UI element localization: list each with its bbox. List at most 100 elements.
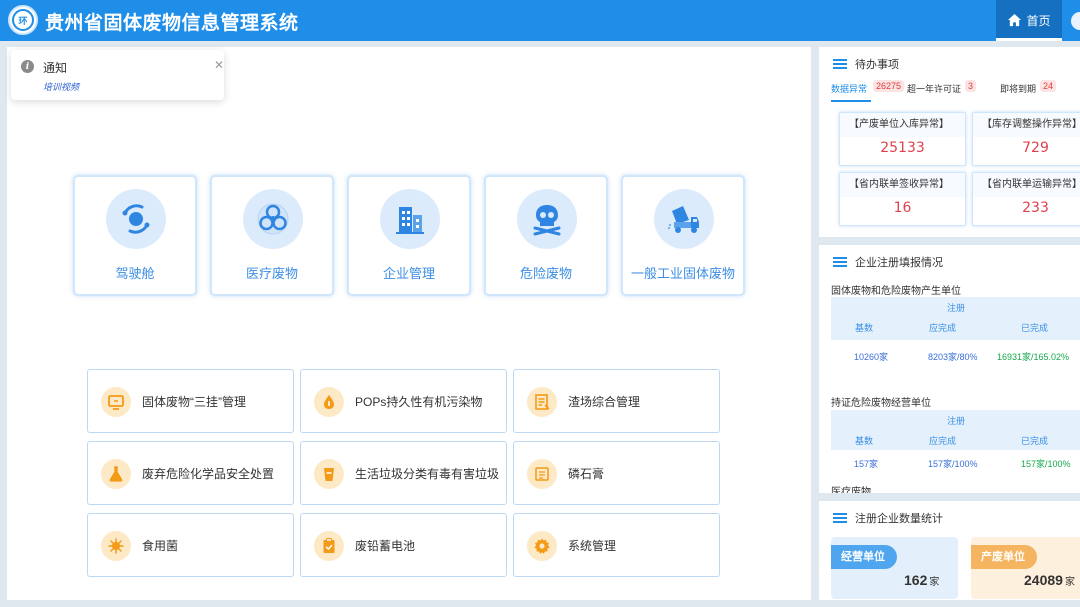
func-card-slag-yard[interactable]: 渣场综合管理 [513, 369, 720, 433]
func-label: POPs持久性有机污染物 [355, 394, 483, 409]
func-icon-circle [527, 531, 557, 561]
stat-value: 233 [1022, 200, 1049, 216]
logo: 环 [8, 5, 38, 35]
module-card-enterprise[interactable]: 企业管理 [347, 175, 471, 296]
tab-data-abnormal[interactable]: 数据异常 [831, 82, 867, 95]
reg-cell: 157家 [854, 459, 879, 469]
stat-value: 16 [893, 200, 912, 216]
count-card-waste-producing[interactable]: 产废单位 24089 家 [971, 537, 1080, 599]
reg-subtitle: 持证危险废物经营单位 [831, 398, 931, 409]
active-tab-indicator [996, 38, 1062, 41]
reg-table: 注册 基数 应完成 已完成 10260家 8203家/80% 16931家/16… [831, 297, 1080, 370]
reg-table: 注册 基数 应完成 已完成 157家 157家/100% 157家/100% [831, 410, 1080, 474]
func-label: 食用菌 [142, 538, 179, 553]
top-bar: 环 贵州省固体废物信息管理系统 首页 [0, 0, 1080, 41]
stat-label: 【省内联单运输异常】 [973, 173, 1080, 197]
tab-expiring-soon[interactable]: 即将到期 [1000, 82, 1036, 95]
cockpit-icon [122, 204, 150, 234]
training-video-link[interactable]: 培训视频 [43, 80, 79, 93]
count-tag: 经营单位 [831, 545, 897, 569]
stat-card[interactable]: 【库存调整操作异常】 729 [972, 112, 1080, 166]
func-icon-circle [527, 459, 557, 489]
badge-expiring-soon: 24 [1040, 80, 1057, 92]
func-icon-circle [314, 531, 344, 561]
count-unit: 家 [929, 577, 940, 588]
info-icon: i [21, 60, 34, 73]
module-icon-circle [517, 189, 577, 249]
stat-value: 729 [1022, 140, 1049, 156]
registration-title: 企业注册填报情况 [855, 257, 943, 269]
func-card-pops[interactable]: POPs持久性有机污染物 [300, 369, 507, 433]
module-icon-circle [243, 189, 303, 249]
func-icon-circle [527, 387, 557, 417]
module-card-cockpit[interactable]: 驾驶舱 [73, 175, 197, 296]
stat-card[interactable]: 【省内联单运输异常】 233 [972, 172, 1080, 226]
func-icon-circle [314, 387, 344, 417]
module-card-hazardous-waste[interactable]: 危险废物 [484, 175, 608, 296]
reg-table-header: 注册 基数 应完成 已完成 [831, 297, 1080, 340]
todo-panel: 待办事项 数据异常 26275 超一年许可证 3 即将到期 24 【产废单位入库… [819, 47, 1080, 237]
notification-popup: i 通知 培训视频 ✕ [11, 50, 224, 100]
document-icon [535, 394, 550, 410]
reg-col-header: 已完成 [1021, 436, 1049, 446]
gear-icon [534, 538, 550, 554]
building-icon [396, 207, 424, 234]
func-card-edible-fungus[interactable]: 食用菌 [87, 513, 294, 577]
stat-card[interactable]: 【省内联单签收异常】 16 [839, 172, 966, 226]
func-label: 废弃危险化学品安全处置 [142, 466, 275, 481]
stat-label: 【库存调整操作异常】 [973, 113, 1080, 137]
count-value-wrap: 162 家 [904, 572, 939, 588]
module-label: 企业管理 [382, 266, 435, 281]
reg-cell: 157家/100% [1021, 459, 1071, 469]
tab-license-over-one-year[interactable]: 超一年许可证 [907, 82, 961, 95]
func-card-system-management[interactable]: 系统管理 [513, 513, 720, 577]
registration-panel-header: 企业注册填报情况 [833, 254, 943, 270]
func-icon-circle [101, 531, 131, 561]
func-card-phosphogypsum[interactable]: 磷石膏 [513, 441, 720, 505]
module-card-medical-waste[interactable]: 医疗废物 [210, 175, 334, 296]
todo-tabs: 数据异常 26275 超一年许可证 3 即将到期 24 [831, 80, 1080, 102]
func-label: 系统管理 [568, 538, 617, 553]
func-icon-circle [101, 387, 131, 417]
todo-panel-header: 待办事项 [833, 56, 899, 72]
reg-header-main: 注册 [946, 416, 965, 426]
func-card-hazardous-chemicals[interactable]: 废弃危险化学品安全处置 [87, 441, 294, 505]
drop-icon [324, 395, 334, 409]
module-icon-circle [106, 189, 166, 249]
count-value-wrap: 24089 家 [1024, 572, 1075, 588]
menu-icon [833, 59, 847, 69]
func-card-lead-battery[interactable]: 废铅蓄电池 [300, 513, 507, 577]
reg-cell: 8203家/80% [928, 352, 978, 362]
tab-home[interactable]: 首页 [996, 0, 1062, 41]
avatar[interactable] [1071, 12, 1080, 30]
func-card-solid-waste-three-hang[interactable]: 固体废物“三挂”管理 [87, 369, 294, 433]
app-title: 贵州省固体废物信息管理系统 [45, 13, 299, 34]
func-card-household-hazardous[interactable]: 生活垃圾分类有毒有害垃圾 [300, 441, 507, 505]
badge-license-over-one-year: 3 [965, 80, 977, 92]
reg-col-header: 已完成 [1021, 323, 1049, 333]
close-icon[interactable]: ✕ [214, 58, 224, 72]
count-card-operating[interactable]: 经营单位 162 家 [831, 537, 958, 599]
count-value: 24089 [1024, 572, 1063, 588]
func-label: 磷石膏 [568, 466, 605, 481]
stat-label: 【省内联单签收异常】 [840, 173, 965, 197]
reg-col-header: 应完成 [929, 436, 957, 446]
stat-card[interactable]: 【产废单位入库异常】 25133 [839, 112, 966, 166]
func-icon-circle [314, 459, 344, 489]
home-icon [1008, 13, 1022, 27]
reg-col-header: 应完成 [929, 323, 957, 333]
list-icon [535, 467, 549, 481]
notification-title: 通知 [43, 61, 68, 75]
module-label: 一般工业固体废物 [630, 266, 735, 281]
count-tag: 产废单位 [971, 545, 1037, 569]
counts-panel: 注册企业数量统计 经营单位 162 家 产废单位 24089 家 [819, 501, 1080, 600]
reg-cell: 16931家/165.02% [997, 352, 1070, 362]
table-row: 10260家 8203家/80% 16931家/165.02% [831, 340, 1080, 370]
menu-icon [833, 513, 847, 523]
todo-title: 待办事项 [855, 59, 899, 71]
func-label: 固体废物“三挂”管理 [142, 394, 246, 409]
module-label: 医疗废物 [245, 266, 298, 281]
module-card-general-industrial-waste[interactable]: 一般工业固体废物 [621, 175, 745, 296]
reg-subtitle: 固体废物和危险废物产生单位 [831, 286, 961, 297]
skull-icon [533, 205, 561, 236]
